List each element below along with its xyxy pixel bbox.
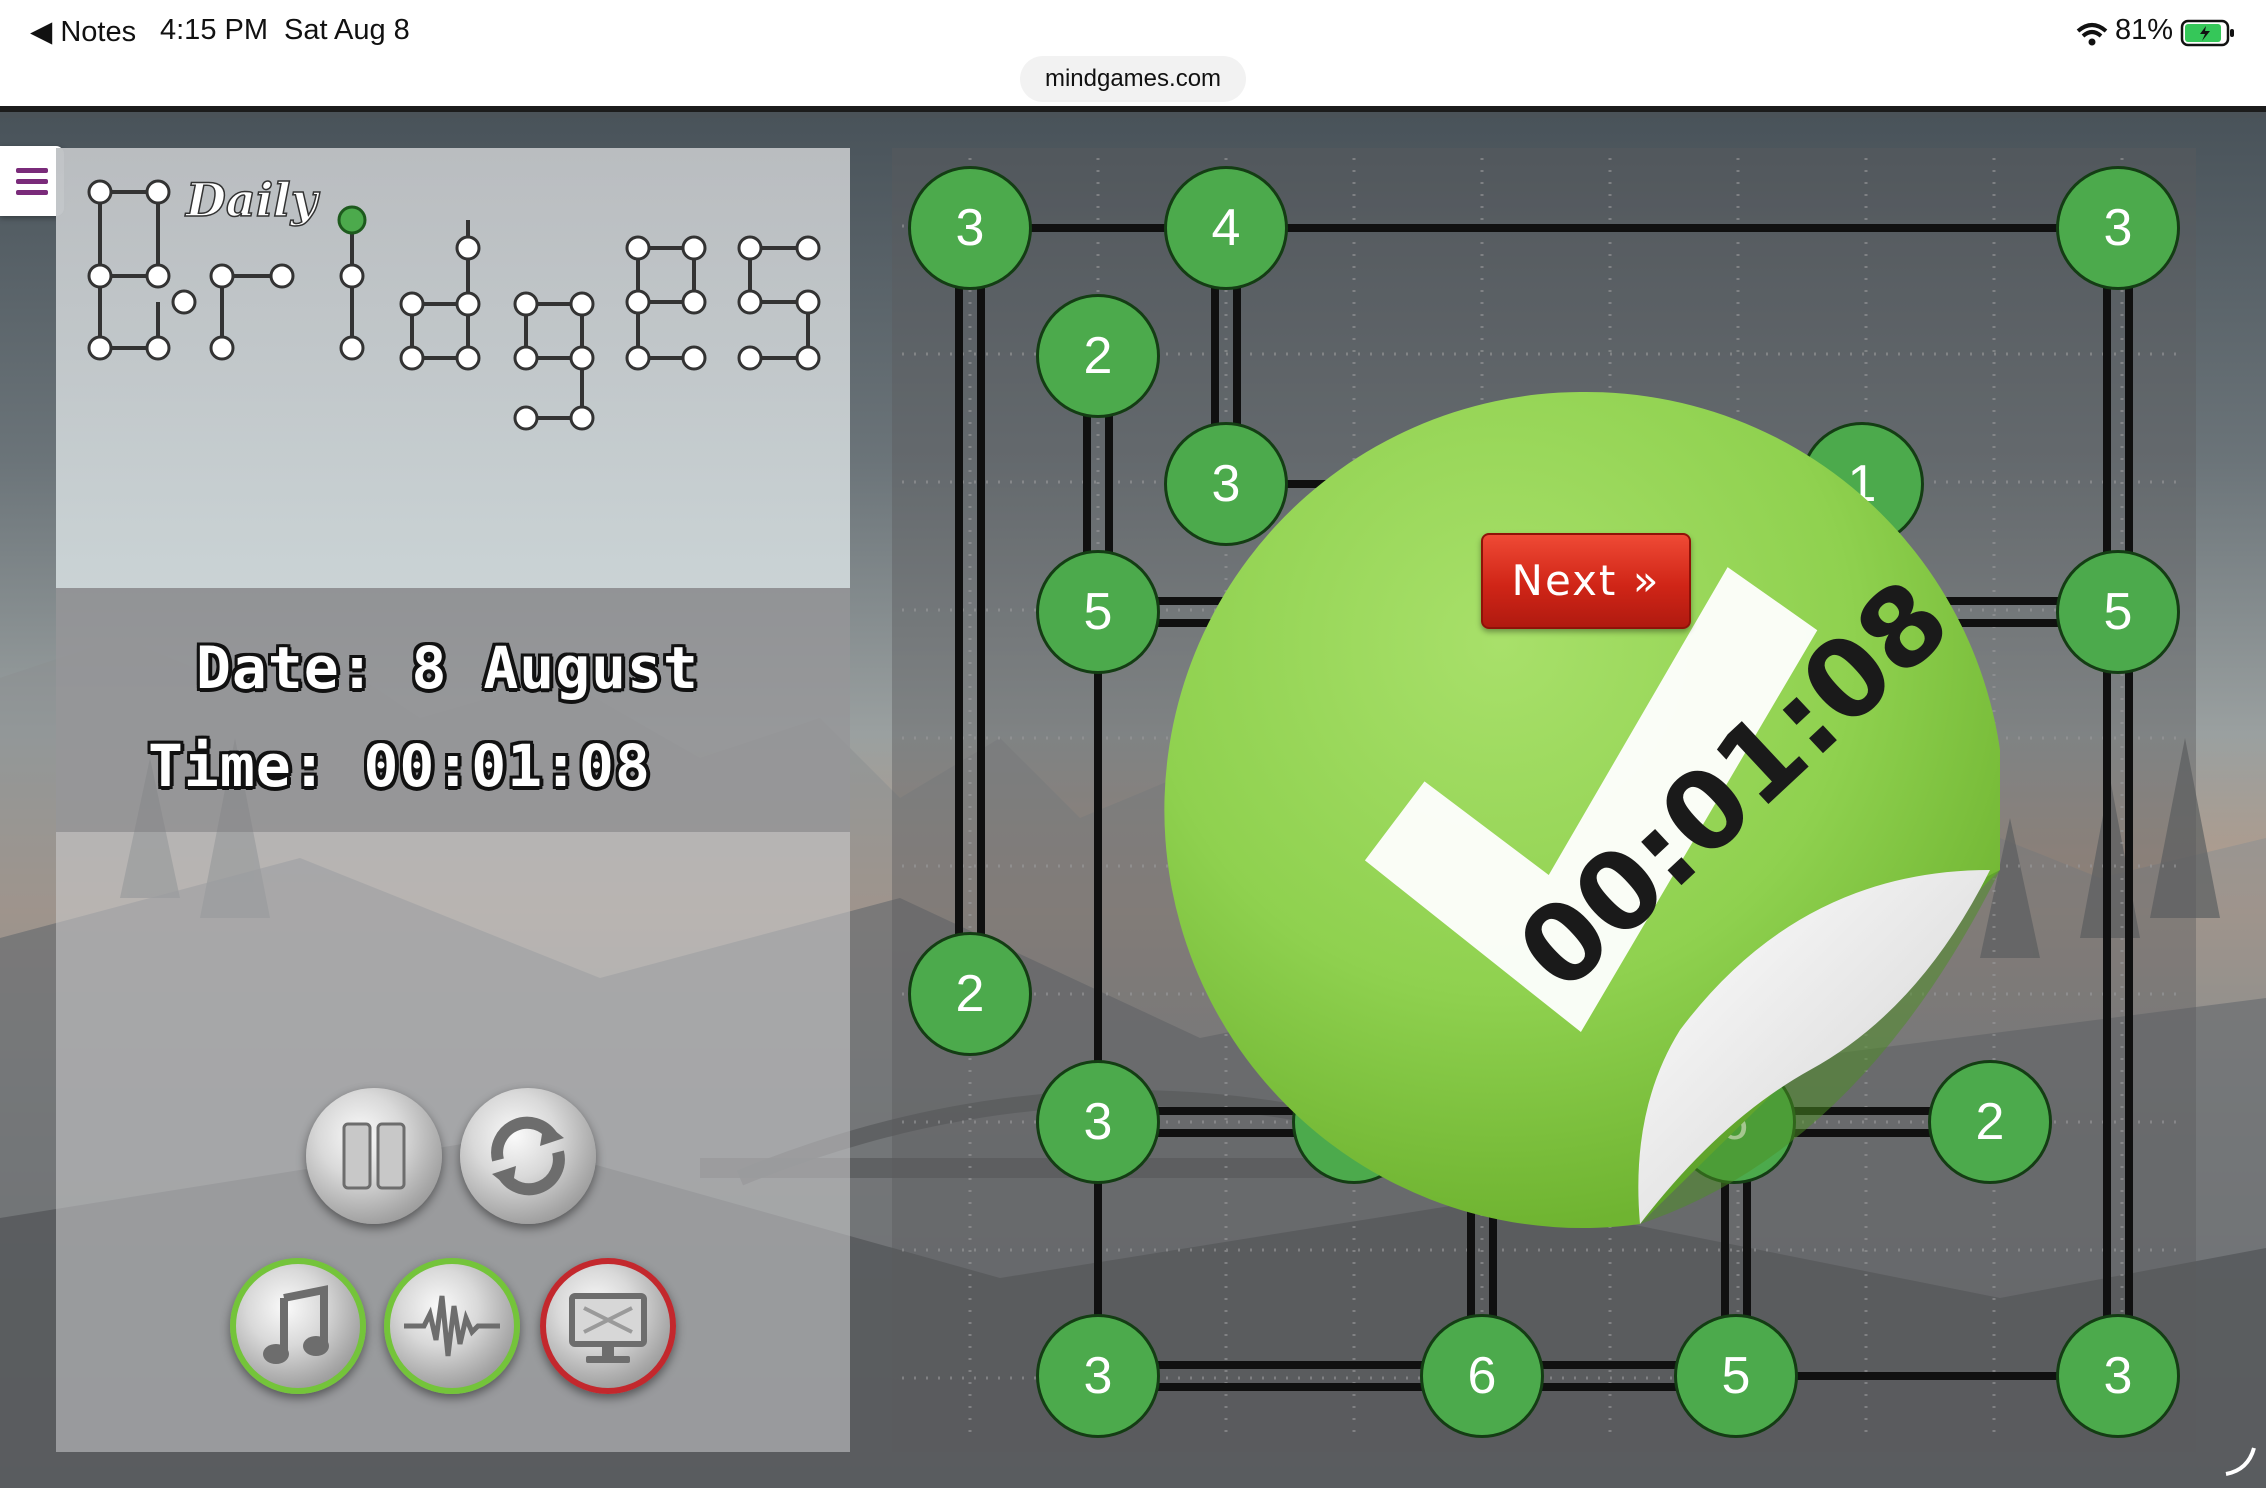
fullscreen-toggle-button[interactable] [540, 1258, 676, 1394]
island[interactable]: 2 [1036, 294, 1160, 418]
logo-node [569, 405, 595, 431]
logo-node [455, 235, 481, 261]
monitor-icon [569, 1293, 647, 1363]
success-sticker [1160, 390, 2000, 1230]
pause-icon [342, 1122, 406, 1190]
logo-node [339, 335, 365, 361]
island[interactable]: 5 [1674, 1314, 1798, 1438]
logo-node [145, 335, 171, 361]
island[interactable]: 5 [2056, 550, 2180, 674]
battery-percent: 81% [2115, 14, 2174, 46]
status-time: 4:15 PM [160, 14, 268, 46]
logo-node [625, 345, 651, 371]
island[interactable]: 5 [1036, 550, 1160, 674]
music-note-icon [263, 1285, 329, 1364]
island[interactable]: 6 [1420, 1314, 1544, 1438]
logo-node [87, 263, 113, 289]
logo-node [625, 235, 651, 261]
logo-node [795, 235, 821, 261]
logo-node [455, 291, 481, 317]
logo-node [87, 179, 113, 205]
wifi-icon [2076, 23, 2108, 46]
logo-daily-text: Daily [184, 173, 321, 227]
logo-node [399, 345, 425, 371]
logo-node [209, 335, 235, 361]
logo-node [513, 405, 539, 431]
hamburger-menu-button[interactable] [0, 146, 64, 216]
logo-node [681, 345, 707, 371]
logo-node [513, 345, 539, 371]
island[interactable]: 3 [2056, 1314, 2180, 1438]
next-button[interactable]: Next » [1481, 533, 1691, 629]
logo-highlight-node [337, 205, 367, 235]
restart-icon [491, 1116, 565, 1196]
sound-wave-icon [404, 1295, 500, 1357]
logo-node [269, 263, 295, 289]
logo-node [513, 291, 539, 317]
timer-display: Time: 00:01:08 [148, 732, 651, 800]
restart-button[interactable] [460, 1088, 596, 1224]
logo-node [737, 235, 763, 261]
logo-node [399, 291, 425, 317]
island[interactable]: 3 [908, 166, 1032, 290]
sound-toggle-button[interactable] [384, 1258, 520, 1394]
checkmark-sticker-icon [1164, 391, 2000, 1228]
logo-node [681, 289, 707, 315]
date-display: Date: 8 August [196, 634, 699, 702]
logo-area: Daily [56, 148, 850, 588]
logo-node [171, 289, 197, 315]
island[interactable]: 4 [1164, 166, 1288, 290]
logo-node [795, 345, 821, 371]
logo-node [625, 289, 651, 315]
island[interactable]: 3 [1036, 1314, 1160, 1438]
pause-button[interactable] [306, 1088, 442, 1224]
island[interactable]: 3 [1036, 1060, 1160, 1184]
status-bar: ◀ Notes 4:15 PM Sat Aug 8 81% mindgames.… [0, 0, 2266, 112]
logo-node [569, 291, 595, 317]
logo-node [795, 289, 821, 315]
logo-node [569, 345, 595, 371]
left-panel: Daily Date: 8 August Time: 00:01:08 [56, 148, 850, 1452]
island[interactable]: 2 [908, 932, 1032, 1056]
url-bar[interactable]: mindgames.com [1020, 56, 1246, 102]
logo-node [339, 263, 365, 289]
battery-icon [2180, 19, 2234, 47]
logo-node [87, 335, 113, 361]
daily-bridges-logo: Daily [87, 172, 821, 431]
back-to-notes-link[interactable]: ◀ Notes [30, 14, 136, 49]
music-toggle-button[interactable] [230, 1258, 366, 1394]
logo-node [681, 235, 707, 261]
logo-node [455, 345, 481, 371]
logo-node [145, 263, 171, 289]
logo-node [737, 289, 763, 315]
logo-node [209, 263, 235, 289]
island[interactable]: 3 [2056, 166, 2180, 290]
resize-handle-icon[interactable] [2220, 1440, 2260, 1480]
logo-node [145, 179, 171, 205]
status-date: Sat Aug 8 [284, 14, 410, 46]
logo-node [737, 345, 763, 371]
